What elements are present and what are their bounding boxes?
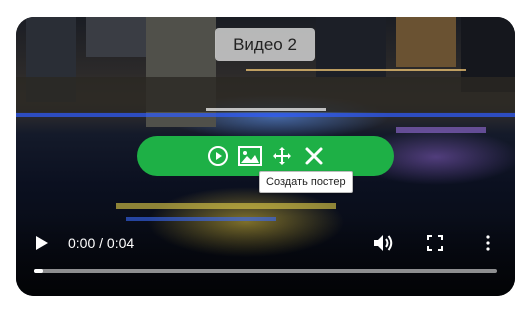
close-button[interactable] <box>300 142 328 170</box>
volume-icon <box>374 235 393 251</box>
move-button[interactable] <box>268 142 296 170</box>
fullscreen-button[interactable] <box>423 231 447 255</box>
more-vert-icon <box>486 235 490 251</box>
video-player[interactable]: Видео 2 Создать постер 0:00 / 0:04 <box>16 17 515 296</box>
time-display: 0:00 / 0:04 <box>68 235 134 251</box>
time-separator: / <box>95 235 107 251</box>
play-icon <box>36 236 48 250</box>
play-circle-icon <box>207 146 228 166</box>
image-icon <box>237 146 262 166</box>
more-options-button[interactable] <box>476 231 500 255</box>
duration: 0:04 <box>106 235 135 251</box>
move-icon <box>272 147 291 165</box>
poster-toolbar <box>137 136 394 176</box>
close-icon <box>305 147 322 165</box>
tooltip-create-poster: Создать постер <box>259 171 353 193</box>
progress-fill <box>34 269 44 273</box>
progress-bar[interactable] <box>34 269 497 273</box>
fullscreen-icon <box>427 235 443 251</box>
controls-gradient <box>16 216 515 296</box>
create-poster-button[interactable] <box>236 142 264 170</box>
video-title: Видео 2 <box>215 28 315 61</box>
current-time: 0:00 <box>68 235 96 251</box>
play-preview-button[interactable] <box>204 142 232 170</box>
play-button[interactable] <box>30 231 54 255</box>
volume-button[interactable] <box>370 231 396 255</box>
